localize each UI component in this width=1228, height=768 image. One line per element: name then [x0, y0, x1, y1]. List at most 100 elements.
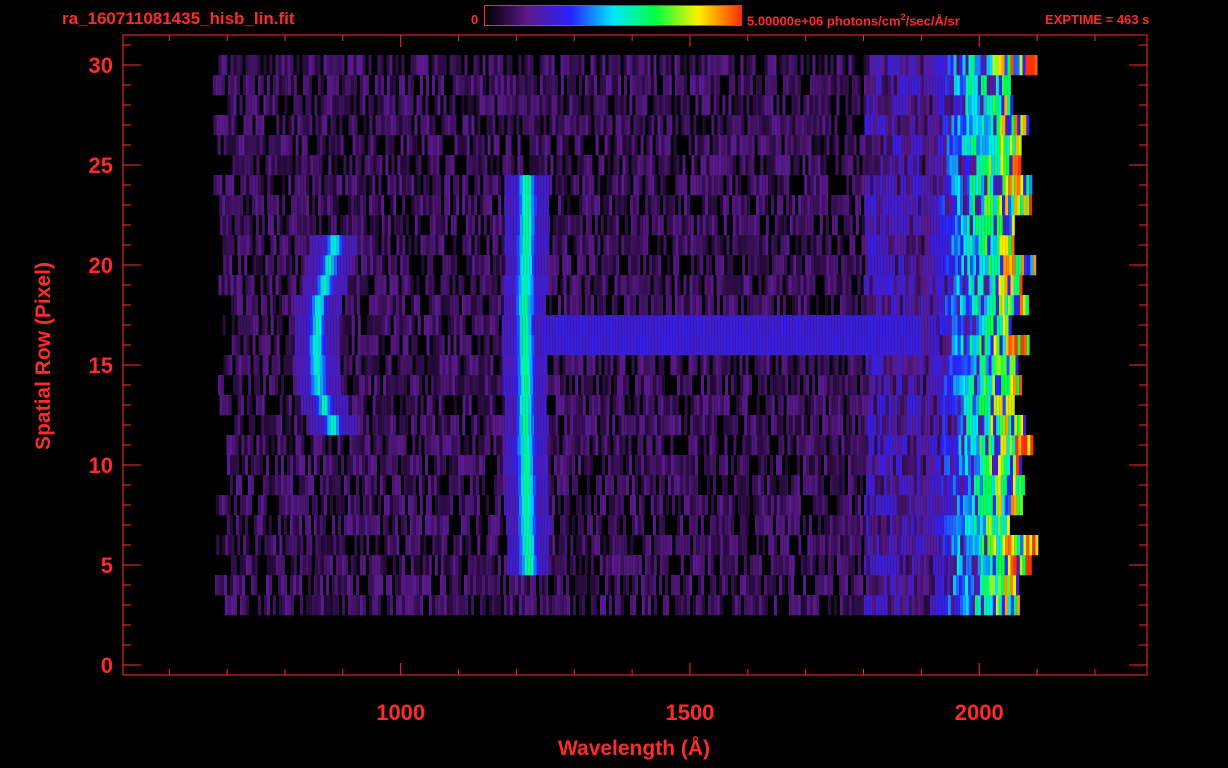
heatmap-cell	[233, 375, 237, 396]
heatmap-cell	[626, 375, 630, 396]
heatmap-cell	[986, 455, 989, 476]
heatmap-cell	[888, 395, 892, 416]
heatmap-cell	[323, 295, 327, 316]
heatmap-cell	[385, 435, 389, 456]
heatmap-cell	[645, 195, 649, 216]
heatmap-cell	[849, 235, 853, 256]
heatmap-cell	[404, 375, 408, 396]
heatmap-cell	[939, 195, 943, 216]
heatmap-cell	[447, 175, 451, 196]
heatmap-cell	[304, 515, 308, 536]
heatmap-cell	[899, 455, 902, 476]
heatmap-cell	[1007, 295, 1011, 316]
heatmap-cell	[351, 315, 355, 336]
heatmap-cell	[415, 355, 419, 376]
heatmap-cell	[885, 415, 889, 436]
heatmap-cell	[331, 515, 335, 536]
heatmap-cell	[738, 335, 742, 356]
heatmap-cell	[279, 235, 283, 256]
heatmap-cell	[1020, 335, 1024, 356]
heatmap-cell	[549, 315, 553, 336]
heatmap-cell	[335, 495, 339, 516]
heatmap-cell	[398, 295, 402, 316]
heatmap-cell	[954, 175, 958, 196]
heatmap-cell	[776, 275, 780, 296]
heatmap-cell	[814, 155, 818, 176]
heatmap-cell	[351, 395, 355, 416]
heatmap-cell	[972, 335, 976, 356]
heatmap-cell	[575, 295, 579, 316]
heatmap-cell	[408, 175, 412, 196]
heatmap-cell	[777, 315, 781, 336]
heatmap-cell	[921, 535, 925, 556]
heatmap-cell	[564, 395, 568, 416]
heatmap-cell	[378, 415, 382, 436]
heatmap-cell	[365, 455, 368, 476]
heatmap-cell	[498, 415, 502, 436]
heatmap-cell	[984, 335, 988, 356]
heatmap-cell	[337, 515, 341, 536]
heatmap-cell	[405, 315, 409, 336]
heatmap-cell	[597, 235, 601, 256]
heatmap-cell	[404, 595, 408, 616]
heatmap-cell	[400, 435, 404, 456]
heatmap-cell	[333, 195, 337, 216]
heatmap-cell	[1021, 255, 1025, 276]
heatmap-cell	[972, 395, 976, 416]
heatmap-cell	[617, 275, 621, 296]
heatmap-cell	[244, 255, 248, 276]
heatmap-cell	[620, 375, 624, 396]
heatmap-cell	[655, 255, 659, 276]
heatmap-cell	[724, 155, 728, 176]
heatmap-cell	[810, 535, 814, 556]
heatmap-cell	[820, 435, 824, 456]
heatmap-cell	[906, 215, 910, 236]
heatmap-cell	[760, 475, 764, 496]
heatmap-cell	[530, 275, 534, 296]
heatmap-cell	[683, 295, 687, 316]
heatmap-cell	[1004, 375, 1008, 396]
heatmap-cell	[762, 335, 766, 356]
heatmap-cell	[418, 355, 422, 376]
heatmap-cell	[678, 315, 682, 336]
heatmap-cell	[491, 595, 495, 616]
heatmap-cell	[500, 455, 503, 476]
heatmap-cell	[994, 435, 998, 456]
heatmap-cell	[242, 455, 245, 476]
heatmap-cell	[977, 275, 981, 296]
heatmap-cell	[975, 315, 979, 336]
heatmap-cell	[288, 535, 292, 556]
heatmap-cell	[745, 475, 749, 496]
heatmap-cell	[883, 155, 887, 176]
heatmap-cell	[929, 275, 933, 296]
heatmap-cell	[760, 255, 764, 276]
heatmap-cell	[662, 455, 665, 476]
heatmap-cell	[686, 595, 690, 616]
heatmap-cell	[534, 215, 538, 236]
heatmap-cell	[990, 315, 994, 336]
heatmap-cell	[742, 515, 746, 536]
heatmap-cell	[499, 435, 503, 456]
heatmap-cell	[770, 455, 773, 476]
heatmap-cell	[631, 515, 635, 536]
heatmap-cell	[306, 215, 310, 236]
heatmap-cell	[594, 215, 598, 236]
heatmap-cell	[1007, 375, 1011, 396]
heatmap-cell	[628, 435, 632, 456]
heatmap-cell	[452, 455, 455, 476]
heatmap-cell	[960, 195, 964, 216]
heatmap-cell	[283, 435, 287, 456]
heatmap-cell	[403, 475, 407, 496]
heatmap-cell	[250, 435, 254, 456]
heatmap-cell	[825, 235, 829, 256]
heatmap-cell	[425, 495, 429, 516]
heatmap-cell	[691, 515, 695, 536]
heatmap-cell	[795, 215, 799, 236]
heatmap-cell	[572, 555, 576, 576]
heatmap-cell	[545, 495, 549, 516]
heatmap-cell	[771, 335, 775, 356]
heatmap-cell	[998, 495, 1002, 516]
heatmap-cell	[242, 555, 246, 576]
heatmap-cell	[286, 155, 290, 176]
heatmap-cell	[865, 255, 869, 276]
